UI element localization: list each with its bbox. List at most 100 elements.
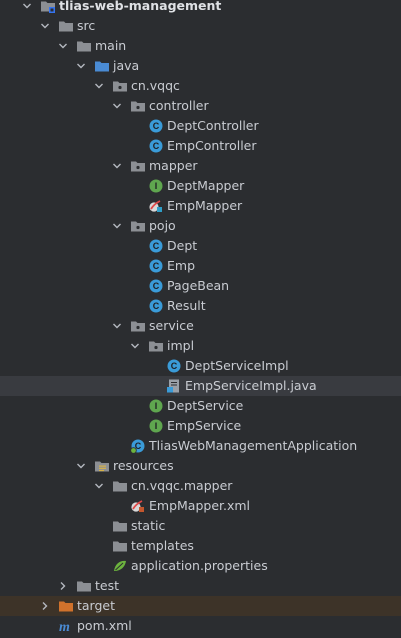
tree-item-cn-vqqc[interactable]: cn.vqqc: [0, 76, 401, 96]
tree-item-tlias-web-management[interactable]: tlias-web-management: [0, 0, 401, 16]
tree-item-label: pom.xml: [77, 618, 132, 633]
tree-item-label: cn.vqqc: [131, 78, 180, 93]
tree-item-pagebean[interactable]: C PageBean: [0, 276, 401, 296]
svg-text:C: C: [153, 141, 160, 151]
chevron-down-icon[interactable]: [92, 76, 106, 96]
tree-item-deptmapper[interactable]: I DeptMapper: [0, 176, 401, 196]
chevron-down-icon[interactable]: [92, 476, 106, 496]
tree-item-templates[interactable]: templates: [0, 536, 401, 556]
chevron-down-icon[interactable]: [74, 456, 88, 476]
tree-item-label: DeptService: [167, 398, 244, 413]
class-icon: C: [166, 358, 182, 374]
chevron-right-icon[interactable]: [56, 576, 70, 596]
tree-item-label: Emp: [167, 258, 196, 273]
source-folder-icon: [94, 58, 110, 74]
folder-icon: [58, 18, 74, 34]
tree-item-empmapper[interactable]: EmpMapper: [0, 196, 401, 216]
excluded-folder-icon: [58, 598, 74, 614]
package-icon: [112, 78, 128, 94]
tree-item-empcontroller[interactable]: C EmpController: [0, 136, 401, 156]
tree-item-service[interactable]: service: [0, 316, 401, 336]
tree-item-java[interactable]: java: [0, 56, 401, 76]
tree-item-test[interactable]: test: [0, 576, 401, 596]
tree-item-pojo[interactable]: pojo: [0, 216, 401, 236]
tree-item-resources[interactable]: resources: [0, 456, 401, 476]
spring-boot-class-icon: C: [130, 438, 146, 454]
package-icon: [130, 158, 146, 174]
chevron-down-icon[interactable]: [74, 56, 88, 76]
tree-item-static[interactable]: static: [0, 516, 401, 536]
tree-item-deptserviceimpl[interactable]: C DeptServiceImpl: [0, 356, 401, 376]
chevron-down-icon[interactable]: [110, 216, 124, 236]
svg-text:C: C: [153, 281, 160, 291]
svg-text:C: C: [171, 361, 178, 371]
class-icon: C: [148, 258, 164, 274]
tree-item-label: Result: [167, 298, 206, 313]
tree-item-label: static: [131, 518, 166, 533]
chevron-down-icon[interactable]: [38, 16, 52, 36]
tree-item-label: DeptMapper: [167, 178, 245, 193]
tree-item-main[interactable]: main: [0, 36, 401, 56]
tree-item-label: DeptController: [167, 118, 259, 133]
folder-icon: [76, 38, 92, 54]
tree-item-label: test: [95, 578, 120, 593]
tree-item-empserviceimpl-java[interactable]: EmpServiceImpl.java: [0, 376, 401, 396]
tree-item-result[interactable]: C Result: [0, 296, 401, 316]
tree-item-label: service: [149, 318, 194, 333]
tree-item-label: pojo: [149, 218, 176, 233]
class-icon: C: [148, 278, 164, 294]
project-tree: tlias-web-management src main java cn.vqqc co…: [0, 0, 401, 638]
tree-item-dept[interactable]: C Dept: [0, 236, 401, 256]
tree-item-label: TliasWebManagementApplication: [149, 438, 358, 453]
interface-icon: I: [148, 418, 164, 434]
tree-item-empmapper-xml[interactable]: EmpMapper.xml: [0, 496, 401, 516]
tree-item-impl[interactable]: impl: [0, 336, 401, 356]
tree-item-application-properties[interactable]: application.properties: [0, 556, 401, 576]
tree-item-label: EmpMapper.xml: [149, 498, 251, 513]
tree-item-emp[interactable]: C Emp: [0, 256, 401, 276]
tree-item-label: controller: [149, 98, 209, 113]
package-icon: [148, 338, 164, 354]
tree-item-label: cn.vqqc.mapper: [131, 478, 233, 493]
class-icon: C: [148, 138, 164, 154]
tree-item-label: EmpServiceImpl.java: [185, 378, 317, 393]
tree-item-src[interactable]: src: [0, 16, 401, 36]
tree-item-label: main: [95, 38, 127, 53]
svg-text:C: C: [153, 121, 160, 131]
tree-item-label: EmpController: [167, 138, 257, 153]
tree-item-label: src: [77, 18, 96, 33]
package-icon: [130, 98, 146, 114]
folder-icon: [112, 538, 128, 554]
tree-item-target[interactable]: target: [0, 596, 401, 616]
chevron-down-icon[interactable]: [56, 36, 70, 56]
tree-item-deptservice[interactable]: I DeptService: [0, 396, 401, 416]
tree-item-empservice[interactable]: I EmpService: [0, 416, 401, 436]
tree-item-label: java: [113, 58, 140, 73]
interface-icon: I: [148, 178, 164, 194]
tree-item-label: impl: [167, 338, 195, 353]
chevron-down-icon[interactable]: [110, 156, 124, 176]
package-icon: [130, 218, 146, 234]
svg-text:I: I: [155, 181, 158, 191]
tree-item-label: mapper: [149, 158, 198, 173]
folder-icon: [76, 578, 92, 594]
tree-item-tliaswebmanagementapplication[interactable]: C TliasWebManagementApplication: [0, 436, 401, 456]
tree-item-cn-vqqc-mapper[interactable]: cn.vqqc.mapper: [0, 476, 401, 496]
spring-properties-icon: [112, 558, 128, 574]
chevron-down-icon[interactable]: [110, 96, 124, 116]
tree-item-controller[interactable]: controller: [0, 96, 401, 116]
chevron-down-icon[interactable]: [128, 336, 142, 356]
tree-item-pom-xml[interactable]: m pom.xml: [0, 616, 401, 636]
tree-item-label: Dept: [167, 238, 198, 253]
chevron-right-icon[interactable]: [38, 596, 52, 616]
tree-item-label: PageBean: [167, 278, 230, 293]
tree-item-mapper[interactable]: mapper: [0, 156, 401, 176]
mybatis-mapper-icon: [148, 198, 164, 214]
tree-item-deptcontroller[interactable]: C DeptController: [0, 116, 401, 136]
chevron-down-icon[interactable]: [20, 0, 34, 16]
package-icon: [130, 318, 146, 334]
class-icon: C: [148, 238, 164, 254]
chevron-down-icon[interactable]: [110, 316, 124, 336]
svg-text:C: C: [153, 261, 160, 271]
tree-item-label: resources: [113, 458, 174, 473]
